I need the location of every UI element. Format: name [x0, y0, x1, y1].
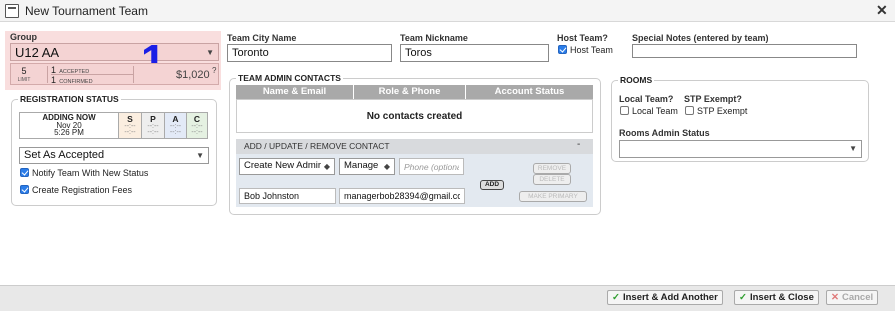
rooms-admin-status-label: Rooms Admin Status [619, 128, 710, 138]
check-icon[interactable] [20, 185, 29, 194]
status-col-value: --:-- [147, 129, 159, 136]
status-col-value: --:-- [124, 129, 136, 136]
confirmed-label: CONFIRMED [59, 79, 93, 85]
host-check-label: Host Team [570, 45, 613, 55]
x-icon: ✕ [831, 292, 839, 303]
footer-bar: ✓ Insert & Add Another ✓ Insert & Close ✕ C… [0, 285, 895, 311]
contacts-table-header: Name & Email Role & Phone Account Status [236, 85, 593, 99]
fees-checkbox[interactable]: Create Registration Fees [20, 185, 132, 195]
window-title: New Tournament Team [25, 4, 148, 18]
status-col-value: --:-- [191, 129, 203, 136]
chevron-down-icon: ▼ [206, 48, 214, 57]
empty-message: No contacts created [366, 111, 463, 122]
make-primary-button[interactable]: MAKE PRIMARY [519, 191, 587, 202]
role-select-value: Manage [344, 160, 379, 171]
rooms-box: ROOMS Local Team? Local Team STP Exempt?… [611, 75, 869, 162]
host-label: Host Team? [557, 33, 608, 43]
nickname-label: Team Nickname [400, 33, 468, 43]
notify-label: Notify Team With New Status [32, 168, 149, 178]
status-select-value: Set As Accepted [24, 149, 105, 161]
check-icon[interactable] [620, 106, 629, 115]
close-icon[interactable]: ✕ [876, 2, 888, 18]
add-contact-button[interactable]: ADD [480, 180, 504, 190]
role-select[interactable]: Manage ◆ [339, 158, 395, 175]
chevron-down-icon: ◆ [321, 162, 330, 171]
contacts-table-body: No contacts created [236, 99, 593, 133]
status-col-c[interactable]: C --:-- --:-- [186, 113, 207, 138]
confirmed-count: 1 [51, 75, 57, 85]
check-icon: ✓ [612, 292, 620, 303]
col-name-email: Name & Email [262, 86, 327, 97]
group-select[interactable]: U12 AA ▼ [10, 43, 219, 61]
rooms-admin-status-select[interactable]: ▼ [619, 140, 862, 158]
group-label: Group [10, 32, 37, 42]
cancel-button[interactable]: ✕ Cancel [826, 290, 879, 305]
add-contact-form: Create New Admir ◆ Manage ◆ ADD REMOVE D… [236, 154, 593, 207]
check-icon[interactable] [558, 45, 567, 54]
chevron-down-icon: ▼ [849, 144, 857, 153]
insert-add-another-label: Insert & Add Another [622, 292, 718, 303]
status-select[interactable]: Set As Accepted ▼ [19, 147, 209, 164]
contacts-box: TEAM ADMIN CONTACTS Name & Email Role & … [229, 73, 601, 215]
registration-legend: REGISTRATION STATUS [18, 94, 121, 104]
add-contact-header[interactable]: ADD / UPDATE / REMOVE CONTACT - [236, 139, 593, 154]
contact-name-input[interactable] [239, 188, 336, 204]
col-role-phone: Role & Phone [378, 86, 441, 97]
limit-label: LIMIT [17, 77, 31, 83]
stp-exempt-label: STP Exempt? [684, 94, 742, 104]
delete-contact-button[interactable]: DELETE [533, 174, 571, 185]
insert-close-button[interactable]: ✓ Insert & Close [734, 290, 819, 305]
phone-input[interactable] [399, 158, 464, 175]
notify-checkbox[interactable]: Notify Team With New Status [20, 168, 148, 178]
window-icon [5, 4, 19, 18]
stats-divider [47, 66, 48, 83]
confirmed-stat: 1 CONFIRMED [51, 75, 93, 85]
contacts-legend: TEAM ADMIN CONTACTS [236, 73, 343, 83]
nickname-input[interactable] [400, 44, 549, 62]
group-stats: 5 LIMIT 1 ACCEPTED 1 CONFIRMED $1,020 ? [10, 63, 219, 85]
adding-now-cell: ADDING NOW Nov 20 5:26 PM [20, 113, 118, 138]
city-input[interactable] [227, 44, 392, 62]
fees-label: Create Registration Fees [32, 185, 133, 195]
contact-email-input[interactable] [339, 188, 465, 204]
chevron-down-icon: ◆ [381, 162, 390, 171]
remove-contact-button[interactable]: REMOVE [533, 163, 571, 174]
status-col-s[interactable]: S --:-- --:-- [118, 113, 141, 138]
status-col-p[interactable]: P --:-- --:-- [141, 113, 164, 138]
title-bar: New Tournament Team ✕ [0, 0, 895, 22]
city-label: Team City Name [227, 33, 297, 43]
group-select-value: U12 AA [15, 45, 60, 60]
help-icon[interactable]: ? [212, 66, 216, 75]
status-table: ADDING NOW Nov 20 5:26 PM S --:-- --:-- … [19, 112, 208, 139]
adding-now-time: 5:26 PM [54, 128, 84, 137]
check-icon: ✓ [739, 292, 747, 303]
col-account-status: Account Status [494, 86, 565, 97]
notes-input[interactable] [632, 44, 857, 58]
stp-exempt-check-label: STP Exempt [697, 106, 748, 116]
status-col-value: --:-- [169, 129, 182, 136]
mode-select[interactable]: Create New Admir ◆ [239, 158, 335, 175]
rooms-legend: ROOMS [618, 75, 655, 85]
local-team-label: Local Team? [619, 94, 674, 104]
add-contact-title: ADD / UPDATE / REMOVE CONTACT [244, 141, 390, 151]
host-checkbox[interactable]: Host Team [558, 45, 613, 55]
status-col-a[interactable]: A --:-- --:-- [164, 113, 186, 138]
insert-add-another-button[interactable]: ✓ Insert & Add Another [607, 290, 723, 305]
stats-divider-2 [133, 66, 134, 83]
local-team-check-label: Local Team [632, 106, 678, 116]
collapse-icon[interactable]: - [577, 139, 580, 150]
group-panel: Group U12 AA ▼ 1 5 LIMIT 1 ACCEPTED 1 CO… [5, 31, 221, 90]
cancel-label: Cancel [841, 292, 874, 303]
group-price: $1,020 [176, 69, 210, 81]
limit-value: 5 [21, 66, 27, 76]
insert-close-label: Insert & Close [749, 292, 814, 303]
check-icon[interactable] [20, 168, 29, 177]
mode-select-value: Create New Admir [244, 160, 322, 171]
stp-exempt-checkbox[interactable]: STP Exempt [685, 106, 747, 116]
registration-status-box: REGISTRATION STATUS ADDING NOW Nov 20 5:… [11, 94, 217, 206]
check-icon[interactable] [685, 106, 694, 115]
chevron-down-icon: ▼ [196, 151, 204, 160]
notes-label: Special Notes (entered by team) [632, 33, 769, 43]
local-team-checkbox[interactable]: Local Team [620, 106, 678, 116]
